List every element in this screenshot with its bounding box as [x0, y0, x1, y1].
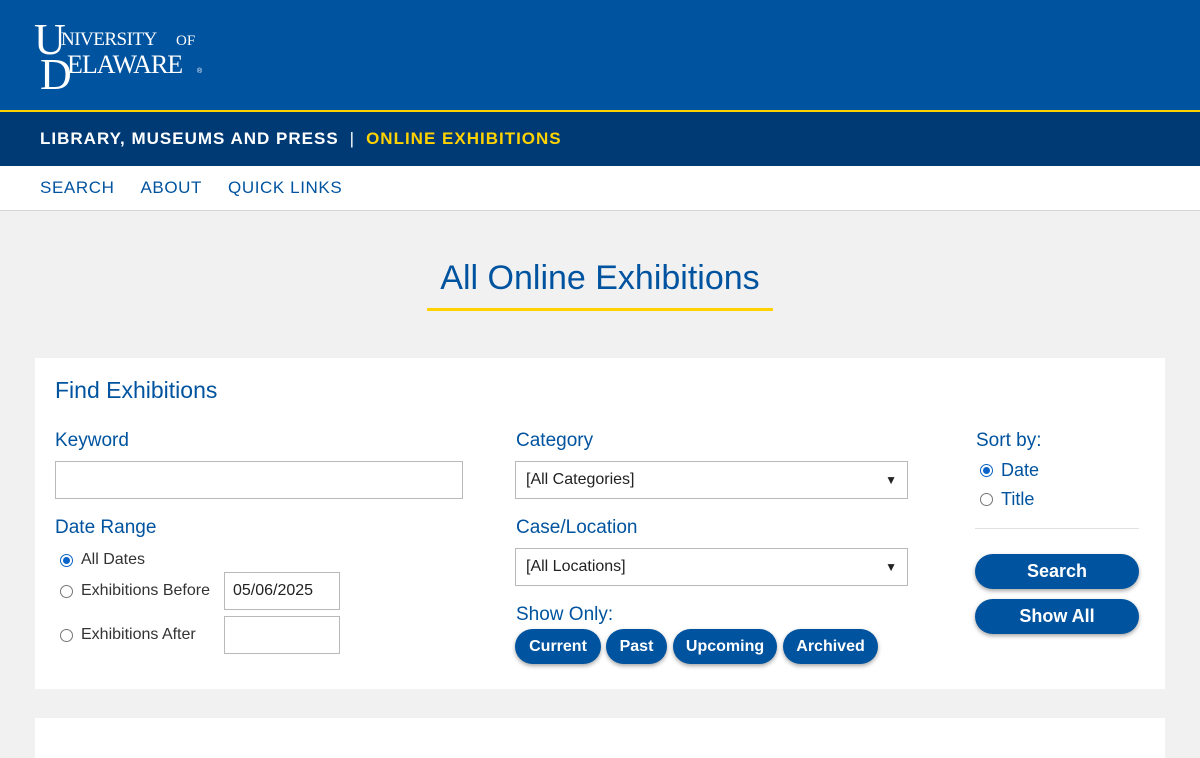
keyword-label: Keyword — [55, 430, 129, 451]
svg-text:ELAWARE: ELAWARE — [67, 50, 182, 79]
past-filter-button[interactable]: Past — [606, 629, 667, 664]
location-select[interactable]: [All Locations] ▼ — [515, 548, 908, 586]
radio-icon[interactable] — [60, 584, 73, 598]
location-selected-value: [All Locations] — [526, 558, 626, 575]
library-link[interactable]: LIBRARY, MUSEUMS AND PRESS — [40, 129, 339, 149]
results-panel — [35, 718, 1165, 758]
find-exhibitions-heading: Find Exhibitions — [55, 377, 218, 403]
category-select[interactable]: [All Categories] ▼ — [515, 461, 908, 499]
after-date-input[interactable] — [224, 616, 340, 654]
radio-checked-icon[interactable] — [980, 464, 993, 477]
breadcrumb-separator: | — [349, 129, 356, 148]
university-logo[interactable]: U NIVERSITY OF D ELAWARE ® — [34, 18, 206, 92]
search-button[interactable]: Search — [975, 554, 1139, 589]
upcoming-filter-button[interactable]: Upcoming — [673, 629, 777, 664]
sort-date-label: Date — [1001, 460, 1040, 480]
online-exhibitions-link[interactable]: ONLINE EXHIBITIONS — [366, 129, 562, 149]
main-nav: SEARCH ABOUT QUICK LINKS — [0, 166, 1200, 211]
radio-icon[interactable] — [980, 493, 993, 506]
title-section: All Online Exhibitions — [0, 211, 1200, 358]
category-selected-value: [All Categories] — [526, 471, 635, 488]
sort-date-option[interactable]: Date — [980, 460, 1039, 481]
date-range-label: Date Range — [55, 517, 157, 538]
find-exhibitions-panel: Find Exhibitions Keyword Date Range All … — [35, 358, 1165, 689]
sort-title-option[interactable]: Title — [980, 489, 1034, 510]
current-filter-button[interactable]: Current — [515, 629, 601, 664]
sort-divider — [975, 528, 1139, 529]
archived-filter-button[interactable]: Archived — [783, 629, 878, 664]
exhibitions-before-label: Exhibitions Before — [81, 582, 210, 599]
svg-text:OF: OF — [176, 33, 195, 49]
keyword-input[interactable] — [55, 461, 463, 499]
radio-exhibitions-after[interactable]: Exhibitions After — [60, 626, 196, 644]
svg-text:®: ® — [197, 67, 203, 75]
show-all-button[interactable]: Show All — [975, 599, 1139, 634]
page-title: All Online Exhibitions — [427, 259, 773, 311]
exhibitions-after-label: Exhibitions After — [81, 626, 196, 643]
show-only-label: Show Only: — [516, 604, 614, 625]
chevron-down-icon: ▼ — [885, 473, 897, 487]
sort-title-label: Title — [1001, 489, 1035, 509]
nav-about[interactable]: ABOUT — [140, 178, 202, 198]
nav-quick-links[interactable]: QUICK LINKS — [228, 178, 342, 198]
sort-by-label: Sort by: — [976, 430, 1042, 451]
radio-all-dates[interactable]: All Dates — [60, 551, 145, 569]
all-dates-label: All Dates — [81, 551, 146, 568]
radio-checked-icon[interactable] — [60, 553, 73, 567]
radio-exhibitions-before[interactable]: Exhibitions Before — [60, 582, 210, 600]
chevron-down-icon: ▼ — [885, 560, 897, 574]
category-label: Category — [516, 430, 594, 451]
radio-icon[interactable] — [60, 628, 73, 642]
nav-search[interactable]: SEARCH — [40, 178, 114, 198]
case-location-label: Case/Location — [516, 517, 638, 538]
before-date-input[interactable]: 05/06/2025 — [224, 572, 340, 610]
site-sub-bar: LIBRARY, MUSEUMS AND PRESS | ONLINE EXHI… — [0, 112, 1200, 166]
header-bar: U NIVERSITY OF D ELAWARE ® — [0, 0, 1200, 110]
svg-text:NIVERSITY: NIVERSITY — [61, 29, 158, 50]
